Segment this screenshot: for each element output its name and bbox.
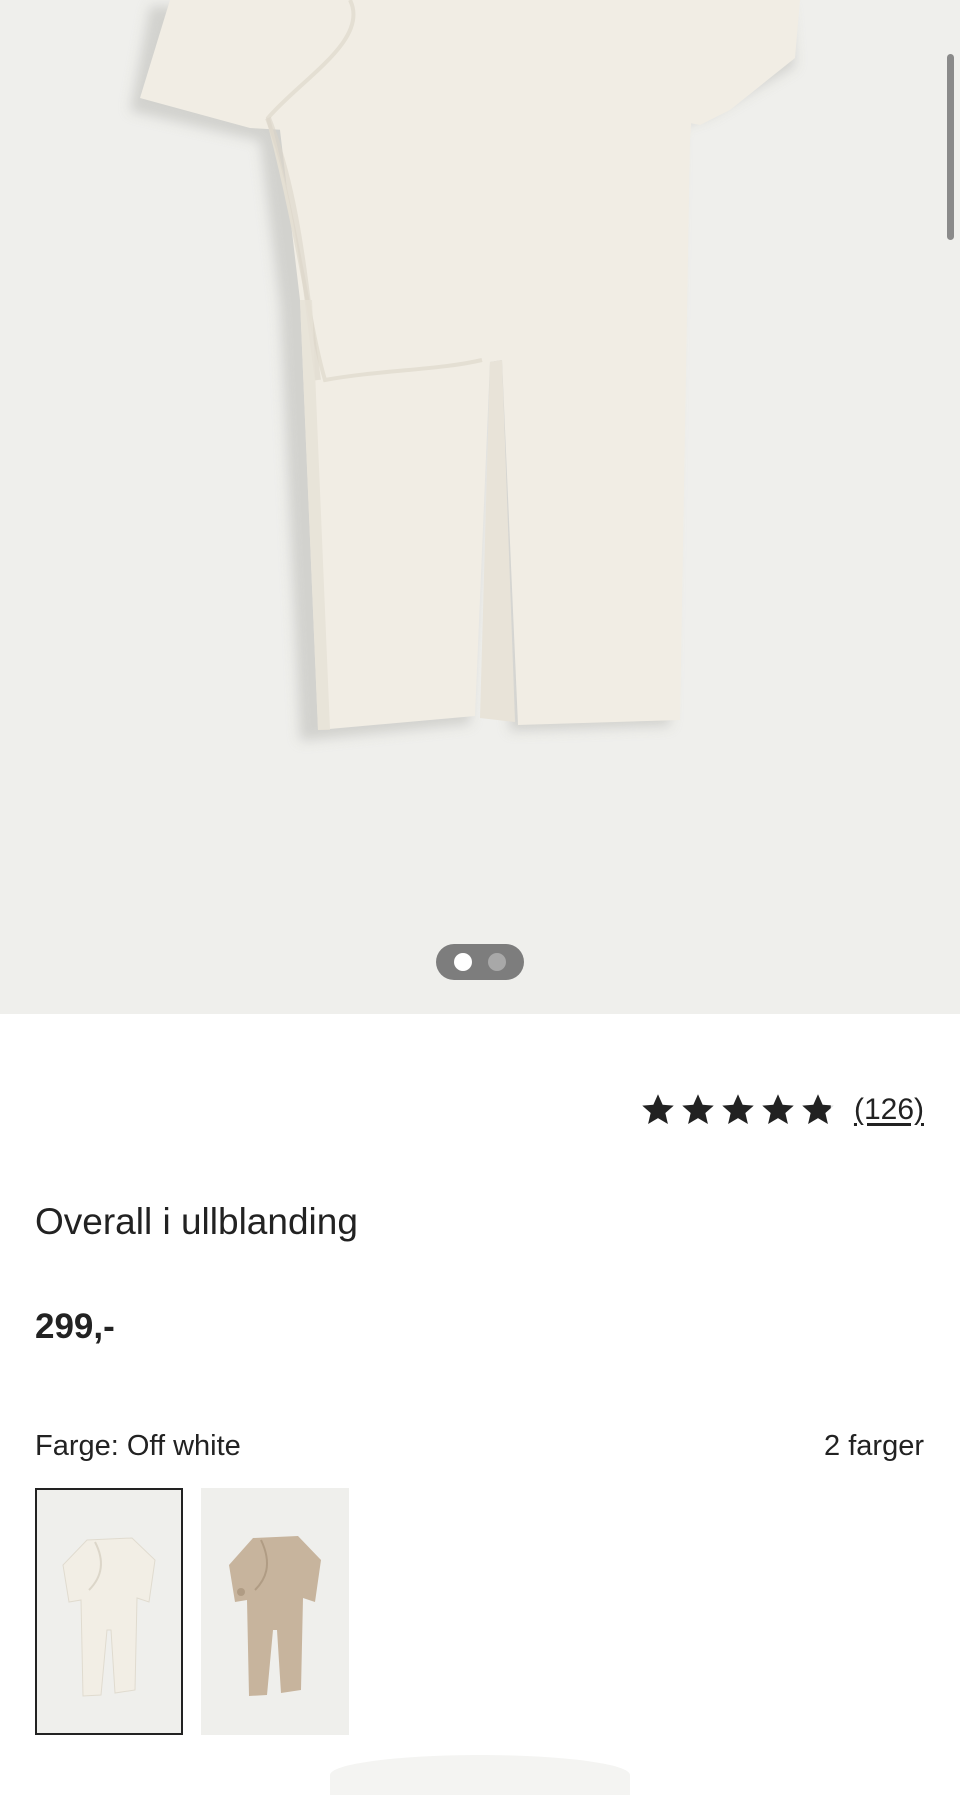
selected-color-label: Farge: Off white xyxy=(35,1430,241,1462)
scrollbar[interactable] xyxy=(947,54,954,240)
star-icon xyxy=(682,1094,714,1124)
star-rating xyxy=(640,1092,840,1128)
rating[interactable]: (126) xyxy=(640,1090,924,1130)
star-icon xyxy=(762,1094,794,1124)
star-icon-partial xyxy=(802,1094,834,1124)
color-swatch-off-white[interactable] xyxy=(35,1488,183,1735)
color-swatch-beige[interactable] xyxy=(201,1488,349,1735)
bottom-image-edge xyxy=(330,1755,630,1795)
review-count-link[interactable]: (126) xyxy=(854,1093,924,1127)
product-title: Overall i ullblanding xyxy=(35,1201,358,1242)
pager-dot-active[interactable] xyxy=(454,953,472,971)
color-count: 2 farger xyxy=(824,1430,924,1462)
swatch-image-beige xyxy=(229,1536,321,1696)
pager-dot[interactable] xyxy=(488,953,506,971)
star-icon xyxy=(722,1094,754,1124)
image-pager[interactable] xyxy=(436,944,524,980)
product-image[interactable] xyxy=(0,0,960,1014)
product-price: 299,- xyxy=(35,1307,115,1346)
swatch-image-off-white xyxy=(62,1537,156,1697)
star-icon xyxy=(642,1094,674,1124)
garment-illustration xyxy=(130,0,800,741)
